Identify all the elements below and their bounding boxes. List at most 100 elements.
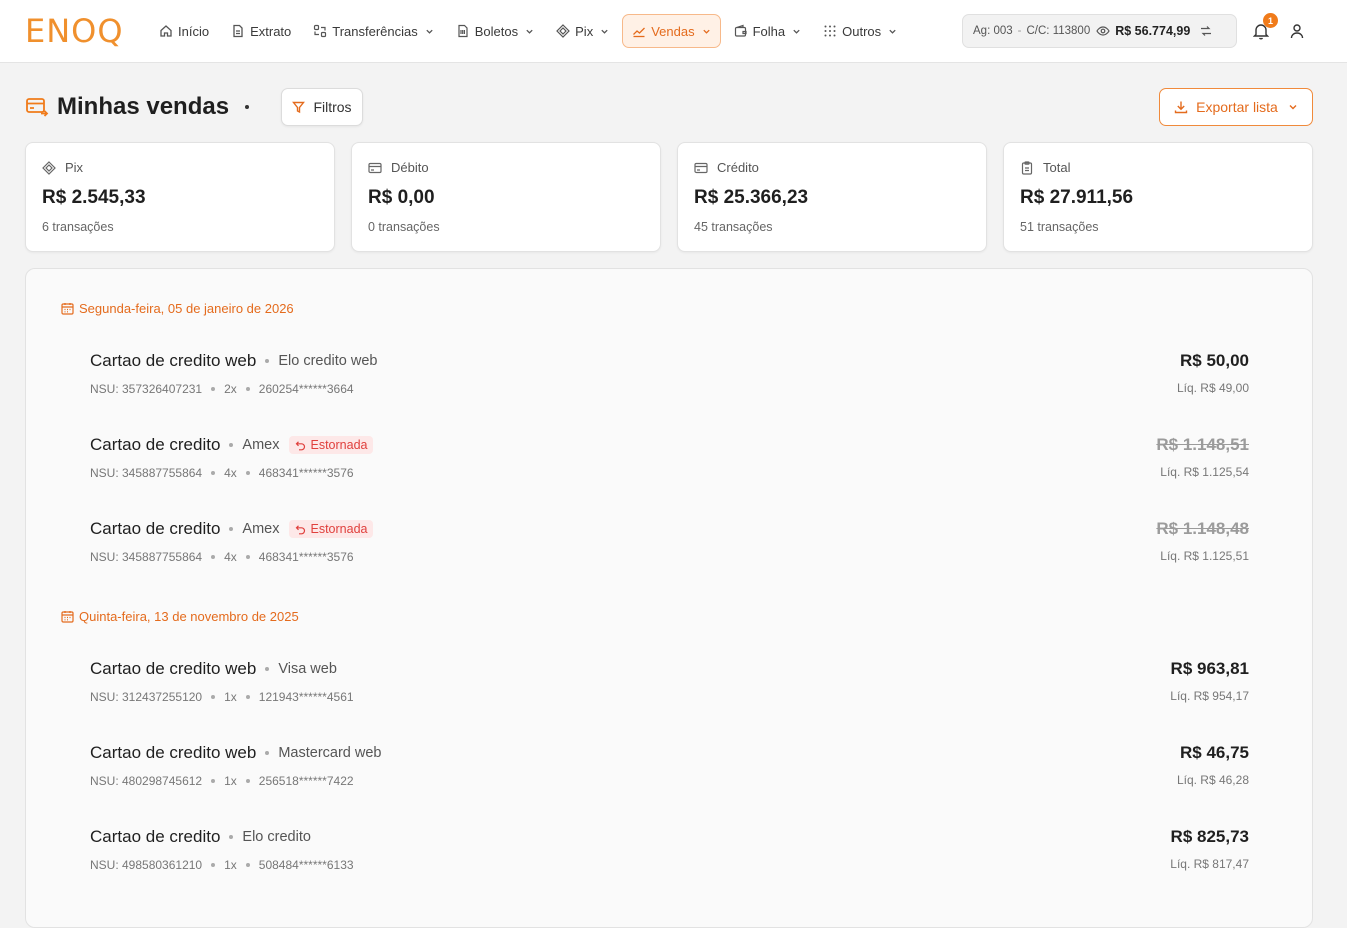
nav-label: Folha xyxy=(752,23,786,39)
card-label-text: Crédito xyxy=(717,160,759,175)
download-icon xyxy=(1174,100,1188,114)
card-transaction-count: 45 transações xyxy=(694,220,773,234)
user-profile-icon[interactable] xyxy=(1289,23,1305,39)
sale-title-line: Cartao de credito web Mastercard web xyxy=(90,741,381,765)
sale-type: Cartao de credito web xyxy=(90,659,257,678)
separator-dot xyxy=(245,387,250,391)
refunded-status-badge: Estornada xyxy=(289,520,374,538)
sale-type: Cartao de credito xyxy=(90,827,221,846)
nav-label: Boletos xyxy=(474,23,519,39)
nav-label: Outros xyxy=(842,23,882,39)
sale-details-line: NSU: 345887755864 4x 468341******3576 xyxy=(90,466,354,480)
sales-card-icon xyxy=(25,96,49,118)
installments: 1x xyxy=(224,774,237,788)
card-brand: Amex xyxy=(242,521,280,537)
gross-amount: R$ 1.148,51 xyxy=(1156,435,1249,454)
sale-details-line: NSU: 312437255120 1x 121943******4561 xyxy=(90,690,354,704)
sale-title-line: Cartao de credito web Visa web xyxy=(90,657,337,681)
chart-line-icon xyxy=(632,24,646,38)
date-group-header: Segunda-feira, 05 de janeiro de 2026 xyxy=(61,301,294,316)
separator-dot xyxy=(265,751,270,755)
card-label: Total xyxy=(1020,160,1070,175)
card-transaction-count: 51 transações xyxy=(1020,220,1099,234)
separator: - xyxy=(1017,25,1022,37)
nav-item-vendas[interactable]: Vendas xyxy=(622,14,721,48)
date-label: Quinta-feira, 13 de novembro de 2025 xyxy=(79,609,299,624)
nav-label: Início xyxy=(178,23,210,39)
card-amount: R$ 0,00 xyxy=(368,187,435,208)
gross-amount: R$ 50,00 xyxy=(1180,351,1249,370)
document-icon xyxy=(231,24,245,38)
nav-item-inicio[interactable]: Início xyxy=(150,14,218,48)
filters-button[interactable]: Filtros xyxy=(281,88,363,126)
sale-row[interactable]: Cartao de credito web Visa web NSU: 3124… xyxy=(90,657,1249,717)
clipboard-icon xyxy=(1020,160,1034,175)
filters-label: Filtros xyxy=(313,99,352,115)
masked-card-number: 260254******3664 xyxy=(258,382,354,396)
card-icon xyxy=(368,161,382,175)
installments: 4x xyxy=(224,550,237,564)
installments: 2x xyxy=(224,382,237,396)
sale-row[interactable]: Cartao de credito web Mastercard web NSU… xyxy=(90,741,1249,801)
transfer-icon xyxy=(313,24,327,38)
account-number: C/C: 113800 xyxy=(1026,25,1091,37)
gross-amount: R$ 825,73 xyxy=(1170,827,1249,846)
card-brand: Mastercard web xyxy=(278,745,382,761)
nav-item-outros[interactable]: Outros xyxy=(814,14,906,48)
masked-card-number: 468341******3576 xyxy=(258,550,354,564)
switch-account-icon[interactable] xyxy=(1199,24,1213,38)
sale-row[interactable]: Cartao de credito Amex Estornada NSU: 34… xyxy=(90,433,1249,493)
net-amount: Líq. R$ 954,17 xyxy=(1170,689,1249,703)
wallet-icon xyxy=(734,24,748,38)
net-amount: Líq. R$ 46,28 xyxy=(1176,773,1249,787)
sale-row[interactable]: Cartao de credito web Elo credito web NS… xyxy=(90,349,1249,409)
separator-dot xyxy=(245,695,250,699)
sale-title-line: Cartao de credito Amex Estornada xyxy=(90,517,374,541)
nav-item-boletos[interactable]: Boletos xyxy=(447,14,543,48)
sale-type: Cartao de credito xyxy=(90,435,221,454)
gross-amount: R$ 963,81 xyxy=(1170,659,1249,678)
separator-dot xyxy=(211,471,216,475)
chevron-down-icon xyxy=(1288,102,1298,112)
card-label: Pix xyxy=(42,160,83,175)
masked-card-number: 121943******4561 xyxy=(258,690,354,704)
separator-dot xyxy=(229,527,234,531)
sales-list-panel: Segunda-feira, 05 de janeiro de 2026 Car… xyxy=(25,268,1313,928)
card-label: Crédito xyxy=(694,160,759,175)
sale-details-line: NSU: 345887755864 4x 468341******3576 xyxy=(90,550,354,564)
separator-dot xyxy=(211,387,216,391)
net-amount: Líq. R$ 1.125,54 xyxy=(1160,465,1249,479)
main-nav: Início Extrato Transferências Boletos Pi… xyxy=(150,14,910,48)
chevron-down-icon xyxy=(600,27,609,36)
enoq-logo[interactable]: ENOQ xyxy=(25,13,124,49)
nav-item-folha[interactable]: Folha xyxy=(725,14,811,48)
nav-item-extrato[interactable]: Extrato xyxy=(222,14,300,48)
nsu: NSU: 345887755864 xyxy=(90,466,203,480)
nsu: NSU: 345887755864 xyxy=(90,550,203,564)
separator-dot xyxy=(245,779,250,783)
sale-details-line: NSU: 498580361210 1x 508484******6133 xyxy=(90,858,354,872)
pix-icon xyxy=(556,24,570,38)
card-amount: R$ 27.911,56 xyxy=(1020,187,1134,208)
sale-row[interactable]: Cartao de credito Amex Estornada NSU: 34… xyxy=(90,517,1249,577)
nav-label: Transferências xyxy=(332,23,418,39)
title-separator-dot xyxy=(245,105,250,109)
nsu: NSU: 312437255120 xyxy=(90,690,203,704)
status-label: Estornada xyxy=(310,438,368,452)
account-balance-pill[interactable]: Ag: 003 - C/C: 113800 R$ 56.774,99 xyxy=(962,14,1237,48)
export-list-button[interactable]: Exportar lista xyxy=(1159,88,1313,126)
card-label-text: Pix xyxy=(65,160,84,175)
net-amount: Líq. R$ 1.125,51 xyxy=(1160,549,1249,563)
page-header: Minhas vendas xyxy=(25,90,250,124)
nav-item-pix[interactable]: Pix xyxy=(547,14,618,48)
installments: 1x xyxy=(224,858,237,872)
sale-row[interactable]: Cartao de credito Elo credito NSU: 49858… xyxy=(90,825,1249,885)
nav-item-transferencias[interactable]: Transferências xyxy=(304,14,443,48)
chevron-down-icon xyxy=(792,27,801,36)
gross-amount: R$ 46,75 xyxy=(1180,743,1249,762)
installments: 4x xyxy=(224,466,237,480)
calendar-icon xyxy=(61,610,74,623)
separator-dot xyxy=(229,835,234,839)
card-label-text: Débito xyxy=(391,160,429,175)
eye-icon[interactable] xyxy=(1096,24,1110,38)
